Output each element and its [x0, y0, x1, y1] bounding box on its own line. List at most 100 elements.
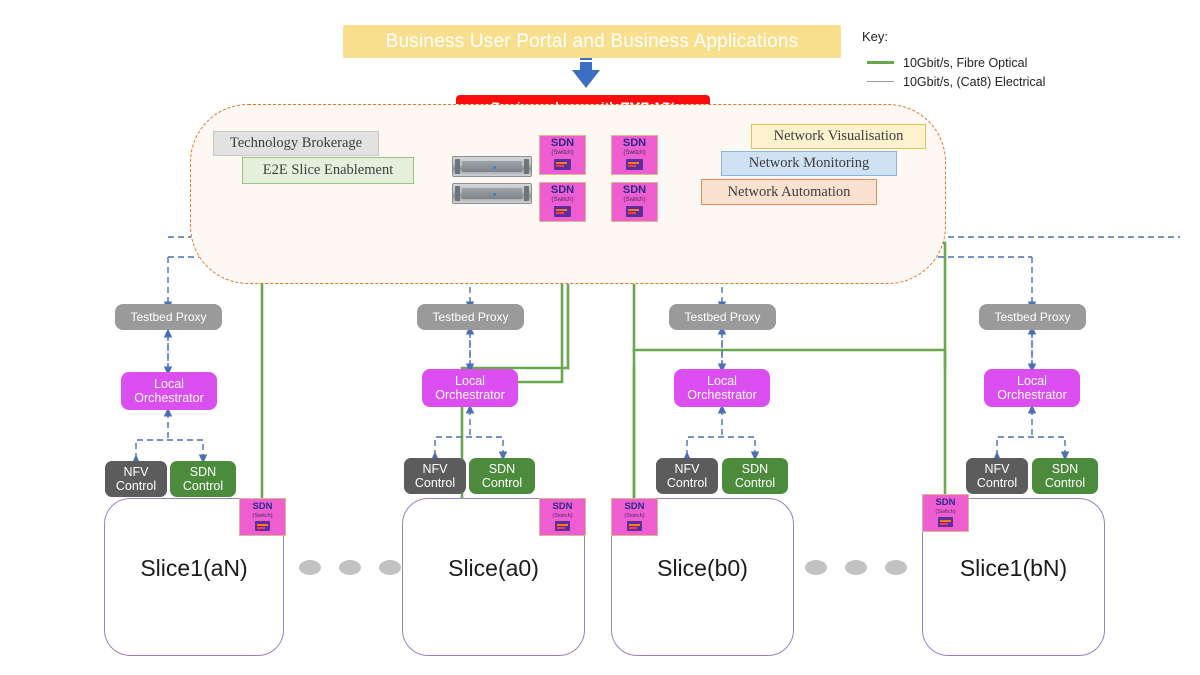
sdn-control-3-label: SDN Control: [735, 462, 775, 490]
ellipsis-dot: [805, 560, 827, 575]
sdnc-line-1: SDN: [741, 462, 769, 476]
local-orchestrator-3-label: Local Orchestrator: [687, 374, 756, 402]
sdn-control-4-label: SDN Control: [1045, 462, 1085, 490]
nfv-control-3-label: NFV Control: [667, 462, 707, 490]
local-orchestrator-2-label: Local Orchestrator: [435, 374, 504, 402]
nfv-line-2: Control: [115, 479, 157, 493]
server-drive-bay: [462, 188, 522, 199]
edge-sdn-switch-2-sub: (Switch): [552, 513, 573, 519]
ellipsis-dot: [845, 560, 867, 575]
sdnc-line-2: Control: [182, 479, 224, 493]
slice-label-1: Slice1(aN): [140, 555, 248, 581]
core-sdn-switch-4-sub: (Switch): [623, 196, 646, 203]
sdnc-line-1: SDN: [1051, 462, 1079, 476]
portal-banner: Business User Portal and Business Applic…: [343, 25, 841, 58]
legend-title: Key:: [862, 29, 889, 44]
core-sdn-switch-1-label: SDN: [550, 137, 575, 149]
edge-sdn-switch-4-sub: (Switch): [935, 509, 956, 515]
local-orchestrator-2[interactable]: Local Orchestrator: [422, 369, 518, 407]
local-orchestrator-4[interactable]: Local Orchestrator: [984, 369, 1080, 407]
server-ear-right: [524, 186, 529, 201]
local-orchestrator-3[interactable]: Local Orchestrator: [674, 369, 770, 407]
e2e-slice-enablement-box: E2E Slice Enablement: [242, 157, 414, 184]
rack-server-2: [452, 183, 532, 204]
electrical-line-swatch: [867, 81, 894, 82]
ellipsis-dot: [299, 560, 321, 575]
switch-chip-icon: [555, 521, 570, 531]
server-ear-left: [455, 159, 460, 174]
switch-chip-icon: [626, 206, 643, 217]
switch-chip-icon: [554, 159, 571, 170]
edge-sdn-switch-1[interactable]: SDN (Switch): [239, 498, 286, 536]
edge-sdn-switch-3-sub: (Switch): [624, 513, 645, 519]
ellipsis-dot: [885, 560, 907, 575]
network-visualisation-box: Network Visualisation: [751, 124, 926, 149]
rack-server-1: [452, 156, 532, 177]
testbed-proxy-4[interactable]: Testbed Proxy: [979, 304, 1086, 330]
sdnc-line-2: Control: [481, 476, 523, 490]
edge-sdn-switch-3[interactable]: SDN (Switch): [611, 498, 658, 536]
orch-line-2: Orchestrator: [134, 391, 204, 405]
testbed-proxy-1[interactable]: Testbed Proxy: [115, 304, 222, 330]
switch-chip-icon: [626, 159, 643, 170]
core-sdn-switch-1[interactable]: SDN (Switch): [539, 135, 586, 175]
core-sdn-switch-4[interactable]: SDN (Switch): [611, 182, 658, 222]
slice-label-3: Slice(b0): [657, 555, 748, 581]
nfv-line-2: Control: [414, 476, 456, 490]
edge-sdn-switch-3-label: SDN: [624, 501, 645, 512]
core-sdn-switch-3-sub: (Switch): [551, 196, 574, 203]
local-orchestrator-4-label: Local Orchestrator: [997, 374, 1066, 402]
nfv-line-1: NFV: [674, 462, 700, 476]
fibre-line-swatch: [867, 61, 894, 64]
orch-line-1: Local: [1017, 374, 1047, 388]
edge-sdn-switch-2[interactable]: SDN (Switch): [539, 498, 586, 536]
edge-sdn-switch-4-label: SDN: [935, 497, 956, 508]
core-sdn-switch-3[interactable]: SDN (Switch): [539, 182, 586, 222]
nfv-control-4-label: NFV Control: [977, 462, 1017, 490]
sdn-control-1[interactable]: SDN Control: [170, 461, 236, 497]
edge-sdn-switch-1-sub: (Switch): [252, 513, 273, 519]
legend-entry-fibre-label: 10Gbit/s, Fibre Optical: [903, 55, 1028, 70]
server-ear-left: [455, 186, 460, 201]
sdn-control-2-label: SDN Control: [482, 462, 522, 490]
sdnc-line-1: SDN: [189, 465, 217, 479]
core-sdn-switch-2-sub: (Switch): [623, 149, 646, 156]
nfv-control-1-label: NFV Control: [116, 465, 156, 493]
orch-line-2: Orchestrator: [687, 388, 757, 402]
nfv-control-4[interactable]: NFV Control: [966, 458, 1028, 494]
sdn-control-4[interactable]: SDN Control: [1032, 458, 1098, 494]
orch-line-2: Orchestrator: [435, 388, 505, 402]
sdnc-line-2: Control: [1044, 476, 1086, 490]
local-orchestrator-1[interactable]: Local Orchestrator: [121, 372, 217, 410]
legend-entry-fibre: 10Gbit/s, Fibre Optical: [862, 53, 1092, 72]
local-orchestrator-1-label: Local Orchestrator: [134, 377, 203, 405]
technology-brokerage-box: Technology Brokerage: [213, 131, 379, 156]
network-monitoring-box: Network Monitoring: [721, 151, 897, 176]
orch-line-1: Local: [154, 377, 184, 391]
core-sdn-switch-4-label: SDN: [622, 184, 647, 196]
core-sdn-switch-3-label: SDN: [550, 184, 575, 196]
network-automation-box: Network Automation: [701, 179, 877, 205]
orch-line-1: Local: [455, 374, 485, 388]
sdnc-line-2: Control: [734, 476, 776, 490]
core-sdn-switch-2[interactable]: SDN (Switch): [611, 135, 658, 175]
edge-sdn-switch-2-label: SDN: [552, 501, 573, 512]
nfv-line-1: NFV: [984, 462, 1010, 476]
testbed-proxy-2[interactable]: Testbed Proxy: [417, 304, 524, 330]
nfv-line-2: Control: [666, 476, 708, 490]
switch-chip-icon: [554, 206, 571, 217]
orch-line-1: Local: [707, 374, 737, 388]
sdn-control-3[interactable]: SDN Control: [722, 458, 788, 494]
sdnc-line-1: SDN: [488, 462, 516, 476]
edge-sdn-switch-4[interactable]: SDN (Switch): [922, 494, 969, 532]
nfv-control-2-label: NFV Control: [415, 462, 455, 490]
server-led: [493, 193, 496, 196]
nfv-control-2[interactable]: NFV Control: [404, 458, 466, 494]
sdn-control-1-label: SDN Control: [183, 465, 223, 493]
nfv-control-1[interactable]: NFV Control: [105, 461, 167, 497]
diagram-canvas: Business User Portal and Business Applic…: [0, 0, 1200, 675]
ellipsis-dot: [339, 560, 361, 575]
testbed-proxy-3[interactable]: Testbed Proxy: [669, 304, 776, 330]
nfv-control-3[interactable]: NFV Control: [656, 458, 718, 494]
sdn-control-2[interactable]: SDN Control: [469, 458, 535, 494]
